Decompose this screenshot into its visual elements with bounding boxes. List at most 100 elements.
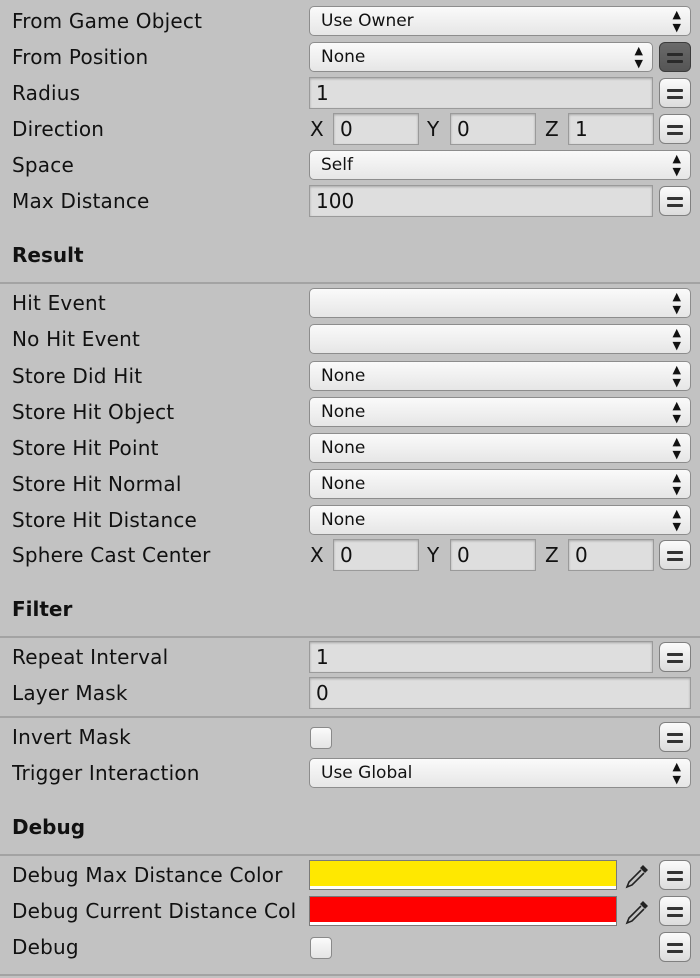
eyedropper-icon[interactable] (623, 898, 651, 926)
store-hit-distance-row: Store Hit Distance None ▲ ▼ (0, 502, 700, 538)
direction-label: Direction (12, 117, 105, 141)
repeat-interval-variable-toggle[interactable] (659, 642, 691, 672)
from-position-label: From Position (12, 45, 149, 69)
store-did-hit-value: None (321, 366, 366, 386)
max-distance-input[interactable]: 100 (309, 185, 653, 217)
debug-divider (0, 854, 700, 856)
result-section-title: Result (12, 243, 84, 267)
store-hit-distance-dropdown[interactable]: None ▲ ▼ (309, 505, 691, 535)
up-down-arrows-icon: ▲ ▼ (672, 152, 681, 178)
up-down-arrows-icon: ▲ ▼ (672, 760, 681, 786)
debug-current-distance-color-row: Debug Current Distance Color (0, 893, 700, 929)
from-game-object-label: From Game Object (12, 9, 203, 33)
direction-x-input[interactable]: 0 (333, 113, 419, 145)
hit-event-row: Hit Event ▲ ▼ (0, 285, 700, 321)
equals-icon (667, 197, 683, 200)
max-distance-label: Max Distance (12, 189, 150, 213)
up-down-arrows-icon: ▲ ▼ (634, 44, 643, 70)
debug-max-distance-color-label: Debug Max Distance Color (12, 863, 283, 887)
eyedropper-icon[interactable] (623, 862, 651, 890)
center-y-label: Y (427, 543, 440, 567)
up-down-arrows-icon: ▲ ▼ (672, 507, 681, 533)
store-hit-point-dropdown[interactable]: None ▲ ▼ (309, 433, 691, 463)
up-down-arrows-icon: ▲ ▼ (672, 471, 681, 497)
current-distance-color-swatch[interactable] (309, 896, 617, 926)
no-hit-event-row: No Hit Event ▲ ▼ (0, 321, 700, 357)
equals-icon (667, 733, 683, 736)
equals-icon (667, 125, 683, 128)
store-hit-normal-dropdown[interactable]: None ▲ ▼ (309, 469, 691, 499)
result-divider (0, 282, 700, 284)
equals-icon (667, 907, 683, 910)
from-game-object-value: Use Owner (321, 11, 414, 31)
direction-x-label: X (310, 117, 324, 141)
max-distance-row: Max Distance 100 (0, 183, 700, 219)
store-did-hit-row: Store Did Hit None ▲ ▼ (0, 358, 700, 394)
direction-z-input[interactable]: 1 (568, 113, 654, 145)
space-value: Self (321, 155, 353, 175)
current-distance-color-variable-toggle[interactable] (659, 896, 691, 926)
up-down-arrows-icon: ▲ ▼ (672, 8, 681, 34)
debug-checkbox[interactable] (310, 937, 332, 959)
repeat-interval-label: Repeat Interval (12, 645, 169, 669)
center-y-input[interactable]: 0 (450, 539, 536, 571)
debug-section-title: Debug (12, 815, 86, 839)
space-label: Space (12, 153, 74, 177)
center-x-label: X (310, 543, 324, 567)
store-did-hit-dropdown[interactable]: None ▲ ▼ (309, 361, 691, 391)
equals-icon (667, 871, 683, 874)
direction-y-input[interactable]: 0 (450, 113, 536, 145)
store-hit-normal-value: None (321, 474, 366, 494)
space-dropdown[interactable]: Self ▲ ▼ (309, 150, 691, 180)
from-position-variable-toggle[interactable] (659, 42, 691, 72)
center-z-input[interactable]: 0 (568, 539, 654, 571)
store-hit-object-label: Store Hit Object (12, 400, 175, 424)
sphere-cast-center-row: Sphere Cast Center X 0 Y 0 Z 0 (0, 537, 700, 573)
center-x-input[interactable]: 0 (333, 539, 419, 571)
radius-input[interactable]: 1 (309, 77, 653, 109)
up-down-arrows-icon: ▲ ▼ (672, 399, 681, 425)
trigger-interaction-dropdown[interactable]: Use Global ▲ ▼ (309, 758, 691, 788)
radius-variable-toggle[interactable] (659, 78, 691, 108)
direction-y-label: Y (427, 117, 440, 141)
direction-row: Direction X 0 Y 0 Z 1 (0, 111, 700, 147)
radius-label: Radius (12, 81, 81, 105)
hit-event-dropdown[interactable]: ▲ ▼ (309, 288, 691, 318)
debug-variable-toggle[interactable] (659, 932, 691, 962)
invert-mask-label: Invert Mask (12, 725, 131, 749)
trigger-interaction-value: Use Global (321, 763, 413, 783)
equals-icon (667, 943, 683, 946)
from-game-object-row: From Game Object Use Owner ▲ ▼ (0, 3, 700, 39)
layer-mask-row: Layer Mask 0 (0, 675, 700, 711)
max-distance-variable-toggle[interactable] (659, 186, 691, 216)
store-hit-distance-label: Store Hit Distance (12, 508, 198, 532)
max-distance-color-swatch[interactable] (309, 860, 617, 890)
repeat-interval-row: Repeat Interval 1 (0, 639, 700, 675)
layer-mask-input[interactable]: 0 (309, 677, 691, 709)
store-hit-normal-row: Store Hit Normal None ▲ ▼ (0, 466, 700, 502)
from-position-value: None (321, 47, 366, 67)
invert-mask-variable-toggle[interactable] (659, 722, 691, 752)
store-hit-object-dropdown[interactable]: None ▲ ▼ (309, 397, 691, 427)
no-hit-event-dropdown[interactable]: ▲ ▼ (309, 324, 691, 354)
debug-row: Debug (0, 929, 700, 965)
filter-divider (0, 636, 700, 638)
repeat-interval-input[interactable]: 1 (309, 641, 653, 673)
invert-mask-checkbox[interactable] (310, 727, 332, 749)
sphere-cast-center-label: Sphere Cast Center (12, 543, 211, 567)
from-game-object-dropdown[interactable]: Use Owner ▲ ▼ (309, 6, 691, 36)
from-position-dropdown[interactable]: None ▲ ▼ (309, 42, 653, 72)
sphere-cast-center-variable-toggle[interactable] (659, 540, 691, 570)
direction-variable-toggle[interactable] (659, 114, 691, 144)
debug-current-distance-color-label: Debug Current Distance Color (12, 899, 296, 923)
store-hit-object-value: None (321, 402, 366, 422)
layer-mask-label: Layer Mask (12, 681, 128, 705)
max-distance-color-variable-toggle[interactable] (659, 860, 691, 890)
up-down-arrows-icon: ▲ ▼ (672, 290, 681, 316)
equals-icon (667, 551, 683, 554)
bottom-divider (0, 974, 700, 976)
from-position-row: From Position None ▲ ▼ (0, 39, 700, 75)
equals-icon (667, 89, 683, 92)
filter-section-title: Filter (12, 597, 73, 621)
debug-label: Debug (12, 935, 79, 959)
